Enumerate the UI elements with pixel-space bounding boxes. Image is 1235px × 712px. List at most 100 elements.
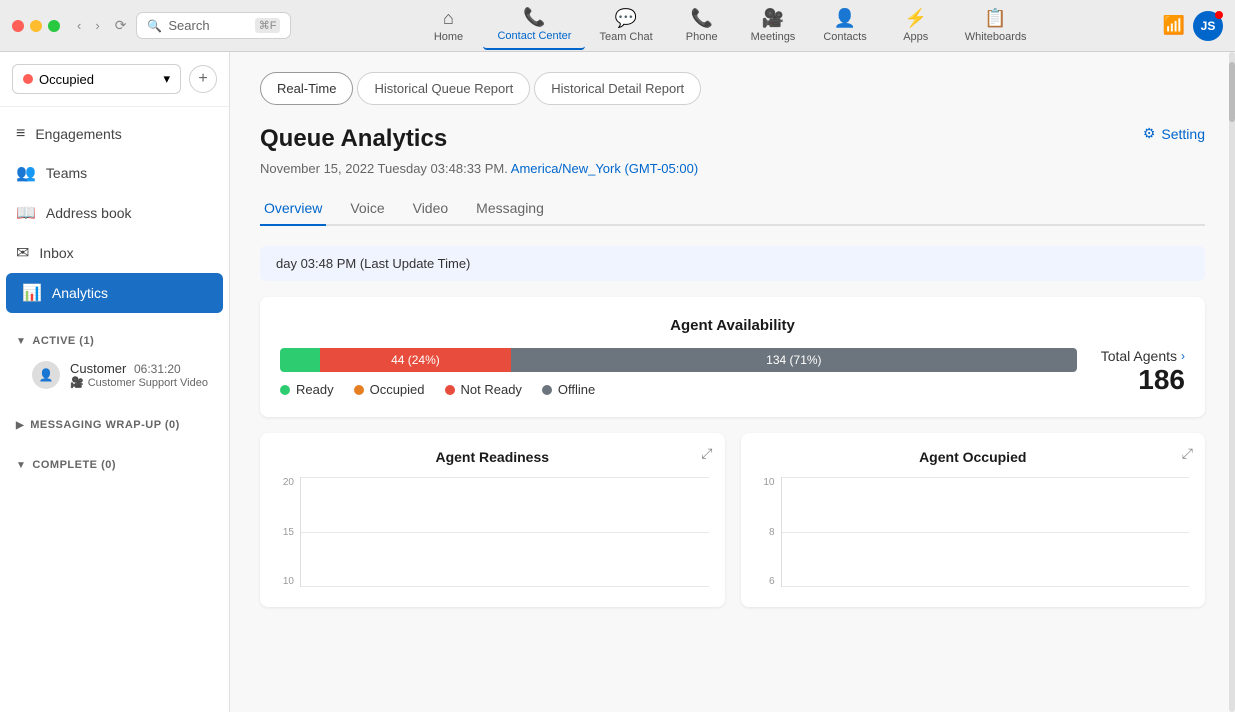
occupied-legend-dot — [354, 385, 364, 395]
agent-occupied-title: Agent Occupied — [757, 449, 1190, 465]
tab-team-chat[interactable]: 💬 Team Chat — [585, 2, 666, 49]
notification-dot — [1215, 11, 1223, 19]
agent-occupied-chart: Agent Occupied ⤢ 10 8 6 — [741, 433, 1206, 607]
phone-icon: 📞 — [690, 8, 712, 29]
readiness-chart-lines — [300, 477, 709, 587]
availability-legend: Ready Occupied Not Ready — [280, 382, 1077, 397]
tab-phone-label: Phone — [686, 31, 718, 43]
active-call-item[interactable]: 👤 Customer 06:31:20 🎥 Customer Support V… — [16, 353, 213, 397]
close-traffic-light[interactable] — [12, 20, 24, 32]
sidebar-item-teams-label: Teams — [46, 165, 87, 181]
qa-date: November 15, 2022 Tuesday 03:48:33 PM. A… — [260, 161, 1205, 176]
gear-icon: ⚙ — [1143, 125, 1156, 142]
occ-grid-line-1 — [782, 477, 1190, 478]
complete-section-header[interactable]: ▼ COMPLETE (0) — [16, 453, 213, 477]
tab-home-label: Home — [434, 31, 463, 43]
tab-whiteboards-label: Whiteboards — [965, 31, 1027, 43]
scrollbar-thumb[interactable] — [1229, 62, 1235, 122]
y-label-15: 15 — [276, 527, 294, 538]
update-time-bar: day 03:48 PM (Last Update Time) — [260, 246, 1205, 281]
qa-header: Queue Analytics ⚙ Setting — [260, 125, 1205, 153]
messaging-wrap-up-header[interactable]: ▶ MESSAGING WRAP-UP (0) — [16, 413, 213, 437]
tab-historical-detail[interactable]: Historical Detail Report — [534, 72, 701, 105]
occupied-status-button[interactable]: Occupied ▾ — [12, 64, 181, 94]
ready-label: Ready — [296, 382, 334, 397]
sidebar-item-analytics-label: Analytics — [52, 285, 108, 301]
tab-phone[interactable]: 📞 Phone — [667, 2, 737, 49]
user-initials: JS — [1201, 19, 1216, 33]
inbox-icon: ✉ — [16, 243, 29, 263]
readiness-y-axis: 20 15 10 — [276, 477, 300, 587]
main-layout: Occupied ▾ + ≡ Engagements 👥 Teams 📖 Add… — [0, 52, 1235, 712]
sidebar-item-inbox[interactable]: ✉ Inbox — [0, 233, 229, 273]
sidebar-item-engagements-label: Engagements — [35, 126, 121, 142]
y-label-6: 6 — [757, 576, 775, 587]
grid-line-3 — [301, 586, 709, 587]
availability-main-row: 44 (24%) 134 (71%) Ready — [280, 348, 1185, 397]
active-section-header[interactable]: ▼ ACTIVE (1) — [16, 329, 213, 353]
messaging-wrap-up-chevron: ▶ — [16, 420, 24, 431]
sub-tab-voice[interactable]: Voice — [346, 192, 388, 226]
sub-tab-video[interactable]: Video — [409, 192, 453, 226]
forward-button[interactable]: › — [90, 16, 104, 35]
legend-ready: Ready — [280, 382, 334, 397]
search-shortcut: ⌘F — [255, 18, 281, 33]
sidebar-item-teams[interactable]: 👥 Teams — [0, 153, 229, 193]
search-bar[interactable]: 🔍 Search ⌘F — [136, 12, 291, 39]
sub-tab-messaging[interactable]: Messaging — [472, 192, 548, 226]
titlebar: ‹ › ⟳ 🔍 Search ⌘F ⌂ Home 📞 Contact Cente… — [0, 0, 1235, 52]
contacts-icon: 👤 — [834, 8, 856, 29]
history-button[interactable]: ⟳ — [115, 17, 127, 34]
tab-home[interactable]: ⌂ Home — [413, 2, 483, 49]
messaging-wrap-up-section: ▶ MESSAGING WRAP-UP (0) — [0, 405, 229, 445]
tab-contact-center[interactable]: 📞 Contact Center — [483, 1, 585, 50]
tab-contacts[interactable]: 👤 Contacts — [809, 2, 880, 49]
occupied-legend-label: Occupied — [370, 382, 425, 397]
timezone-link[interactable]: America/New_York (GMT-05:00) — [511, 161, 698, 176]
active-call-sub: 🎥 Customer Support Video — [70, 376, 208, 389]
page-title: Queue Analytics — [260, 125, 447, 153]
back-button[interactable]: ‹ — [72, 16, 86, 35]
tab-historical-queue[interactable]: Historical Queue Report — [357, 72, 530, 105]
add-button[interactable]: + — [189, 65, 217, 93]
tab-apps[interactable]: ⚡ Apps — [881, 2, 951, 49]
traffic-lights — [12, 20, 60, 32]
bar-ready — [280, 348, 320, 372]
not-ready-label: Not Ready — [461, 382, 522, 397]
content-area: Real-Time Historical Queue Report Histor… — [230, 52, 1235, 712]
sidebar-item-engagements[interactable]: ≡ Engagements — [0, 115, 229, 153]
tab-meetings[interactable]: 🎥 Meetings — [737, 2, 810, 49]
user-avatar[interactable]: JS — [1193, 11, 1223, 41]
minimize-traffic-light[interactable] — [30, 20, 42, 32]
analytics-icon: 📊 — [22, 283, 42, 303]
legend-offline: Offline — [542, 382, 595, 397]
meetings-icon: 🎥 — [762, 8, 784, 29]
tab-whiteboards[interactable]: 📋 Whiteboards — [951, 2, 1041, 49]
occupied-expand-icon[interactable]: ⤢ — [1182, 445, 1193, 462]
not-ready-dot — [445, 385, 455, 395]
messaging-wrap-up-title: MESSAGING WRAP-UP (0) — [30, 419, 180, 431]
occ-grid-line-2 — [782, 532, 1190, 533]
occupied-dot — [23, 74, 33, 84]
sidebar-item-analytics[interactable]: 📊 Analytics — [6, 273, 223, 313]
address-book-icon: 📖 — [16, 203, 36, 223]
main-nav: ⌂ Home 📞 Contact Center 💬 Team Chat 📞 Ph… — [291, 1, 1162, 50]
sidebar: Occupied ▾ + ≡ Engagements 👥 Teams 📖 Add… — [0, 52, 230, 712]
total-agents-label[interactable]: Total Agents › — [1101, 348, 1185, 364]
maximize-traffic-light[interactable] — [48, 20, 60, 32]
occupied-label: Occupied — [39, 72, 94, 87]
readiness-expand-icon[interactable]: ⤢ — [701, 445, 712, 462]
tab-realtime[interactable]: Real-Time — [260, 72, 353, 105]
y-label-8: 8 — [757, 527, 775, 538]
sub-tab-overview[interactable]: Overview — [260, 192, 326, 226]
occupied-y-axis: 10 8 6 — [757, 477, 781, 587]
y-label-10: 10 — [276, 576, 294, 587]
setting-button[interactable]: ⚙ Setting — [1143, 125, 1205, 142]
teams-icon: 👥 — [16, 163, 36, 183]
network-icon[interactable]: 📶 — [1163, 15, 1185, 36]
nav-arrows: ‹ › — [72, 16, 105, 35]
sidebar-item-address-book[interactable]: 📖 Address book — [0, 193, 229, 233]
bar-offline: 134 (71%) — [511, 348, 1077, 372]
legend-not-ready: Not Ready — [445, 382, 522, 397]
scrollbar[interactable] — [1229, 52, 1235, 712]
